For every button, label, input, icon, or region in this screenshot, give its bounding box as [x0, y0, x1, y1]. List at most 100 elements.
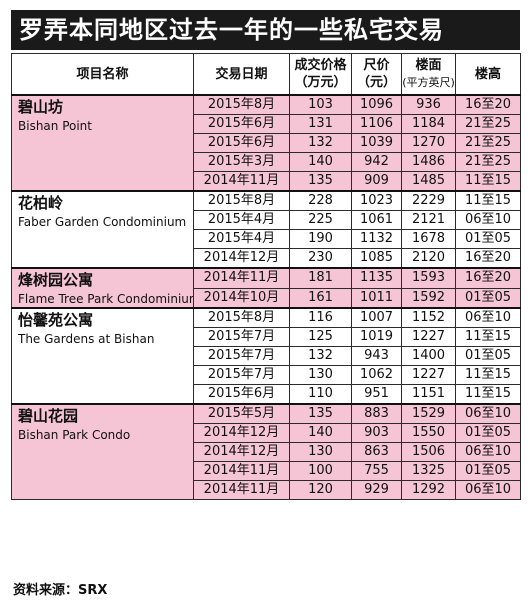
cell-floor: 06至10: [455, 480, 521, 500]
cell-area: 1593: [401, 267, 456, 289]
cell-date: 2014年11月: [193, 461, 290, 481]
cell-date: 2015年8月: [193, 190, 290, 211]
project-name-cn: 花柏岭: [18, 194, 64, 212]
cell-floor: 11至15: [455, 365, 521, 385]
cell-psf: 1062: [351, 365, 402, 385]
table-body: 碧山坊 Bishan Point 2015年8月 103 1096 936 16至20 201…: [11, 94, 521, 500]
cell-psf: 951: [351, 384, 402, 405]
cell-date: 2014年11月: [193, 267, 290, 289]
cell-psf: 1132: [351, 229, 402, 249]
project-name-cell: 碧山花园 Bishan Park Condo: [11, 403, 194, 500]
project-name-cell: 碧山坊 Bishan Point: [11, 94, 194, 192]
cell-psf: 1019: [351, 327, 402, 347]
table-row: 碧山坊 Bishan Point 2015年8月 103 1096 936 16至20: [11, 94, 521, 192]
project-name-cn: 怡馨苑公寓: [18, 311, 94, 329]
cell-date: 2015年7月: [193, 327, 290, 347]
transactions-table: 项目名称 交易日期 成交价格 （万元） 尺价 （元） 楼面 (平方英尺) 楼高 …: [11, 53, 521, 500]
cell-psf: 1085: [351, 248, 402, 269]
cell-date: 2014年11月: [193, 480, 290, 500]
cell-price: 181: [289, 267, 352, 289]
header-area-line2: (平方英尺): [402, 76, 455, 89]
cell-price: 140: [289, 152, 352, 172]
cell-psf: 1011: [351, 287, 402, 309]
cell-date: 2015年7月: [193, 365, 290, 385]
cell-price: 100: [289, 461, 352, 481]
cell-floor: 16至20: [455, 267, 521, 289]
cell-floor: 11至15: [455, 327, 521, 347]
cell-floor: 21至25: [455, 133, 521, 153]
cell-floor: 01至05: [455, 461, 521, 481]
cell-date: 2015年5月: [193, 403, 290, 424]
project-name-cn: 碧山花园: [18, 407, 79, 425]
cell-area: 2121: [401, 210, 456, 230]
cell-area: 1592: [401, 287, 456, 309]
cell-date: 2015年6月: [193, 114, 290, 134]
project-name-en: Bishan Point: [18, 119, 92, 133]
cell-price: 130: [289, 365, 352, 385]
header-price-line1: 成交价格: [294, 58, 347, 73]
cell-date: 2015年6月: [193, 133, 290, 153]
cell-psf: 863: [351, 442, 402, 462]
cell-price: 132: [289, 133, 352, 153]
header-psf-line1: 尺价: [363, 58, 390, 73]
header-price: 成交价格 （万元）: [289, 53, 352, 96]
cell-date: 2014年11月: [193, 171, 290, 192]
table-row: 碧山花园 Bishan Park Condo 2015年5月 135 883 1529 06…: [11, 403, 521, 500]
cell-area: 2120: [401, 248, 456, 269]
cell-price: 130: [289, 442, 352, 462]
project-name-cell: 怡馨苑公寓 The Gardens at Bishan: [11, 307, 194, 405]
cell-area: 1678: [401, 229, 456, 249]
cell-psf: 943: [351, 346, 402, 366]
cell-floor: 06至10: [455, 403, 521, 424]
cell-floor: 06至10: [455, 307, 521, 328]
cell-price: 228: [289, 190, 352, 211]
cell-date: 2014年12月: [193, 442, 290, 462]
cell-floor: 01至05: [455, 287, 521, 309]
project-name-cell: 花柏岭 Faber Garden Condominium: [11, 190, 194, 269]
project-name-cn: 烽树园公寓: [18, 271, 94, 289]
cell-date: 2015年7月: [193, 346, 290, 366]
table-row: 怡馨苑公寓 The Gardens at Bishan 2015年8月 116 1007…: [11, 307, 521, 405]
cell-date: 2014年12月: [193, 248, 290, 269]
cell-area: 1400: [401, 346, 456, 366]
project-name-en: The Gardens at Bishan: [18, 332, 155, 346]
cell-psf: 903: [351, 423, 402, 443]
cell-price: 132: [289, 346, 352, 366]
cell-area: 1550: [401, 423, 456, 443]
cell-date: 2015年8月: [193, 94, 290, 115]
cell-psf: 1135: [351, 267, 402, 289]
project-name-en: Faber Garden Condominium: [18, 215, 187, 229]
transactions-table-frame: 罗弄本同地区过去一年的一些私宅交易 项目名称 交易日期 成交价格 （万元） 尺价…: [11, 10, 521, 500]
cell-area: 1325: [401, 461, 456, 481]
cell-date: 2014年10月: [193, 287, 290, 309]
cell-price: 125: [289, 327, 352, 347]
cell-psf: 883: [351, 403, 402, 424]
cell-price: 140: [289, 423, 352, 443]
cell-floor: 11至15: [455, 190, 521, 211]
cell-price: 161: [289, 287, 352, 309]
cell-floor: 01至05: [455, 346, 521, 366]
table-title: 罗弄本同地区过去一年的一些私宅交易: [11, 10, 520, 50]
cell-date: 2015年4月: [193, 210, 290, 230]
project-name-en: Flame Tree Park Condominium: [18, 292, 194, 306]
cell-price: 116: [289, 307, 352, 328]
header-date: 交易日期: [193, 53, 290, 96]
cell-date: 2015年4月: [193, 229, 290, 249]
header-area: 楼面 (平方英尺): [401, 53, 456, 96]
cell-price: 135: [289, 171, 352, 192]
cell-floor: 11至15: [455, 384, 521, 405]
project-name-cell: 烽树园公寓 Flame Tree Park Condominium: [11, 267, 194, 309]
cell-date: 2015年8月: [193, 307, 290, 328]
cell-area: 2229: [401, 190, 456, 211]
project-name-cn: 碧山坊: [18, 98, 64, 116]
cell-floor: 06至10: [455, 442, 521, 462]
cell-date: 2015年6月: [193, 384, 290, 405]
header-price-line2: （万元）: [294, 75, 347, 90]
cell-area: 1506: [401, 442, 456, 462]
cell-date: 2015年3月: [193, 152, 290, 172]
cell-psf: 1007: [351, 307, 402, 328]
cell-price: 135: [289, 403, 352, 424]
cell-floor: 16至20: [455, 94, 521, 115]
cell-price: 131: [289, 114, 352, 134]
cell-psf: 1039: [351, 133, 402, 153]
